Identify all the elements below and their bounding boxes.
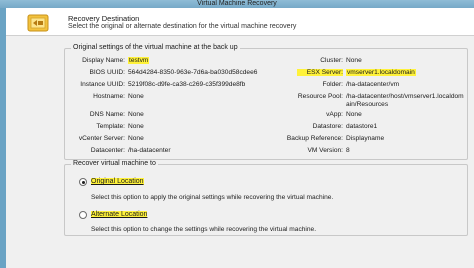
value-hostname: None (128, 93, 144, 100)
label-template: Template: (96, 123, 125, 130)
label-datastore: Datastore: (312, 123, 343, 130)
original-settings-group: Original settings of the virtual machine… (64, 44, 468, 160)
page-subtitle: Select the original or alternate destina… (68, 23, 297, 30)
value-esx-server: vmserver1.localdomain (346, 69, 416, 76)
value-vapp: None (346, 111, 362, 118)
label-bios-uuid: BIOS UUID: (89, 69, 125, 76)
value-template: None (128, 123, 144, 130)
label-backup-reference: Backup Reference: (286, 135, 343, 142)
original-location-radio[interactable] (79, 178, 87, 186)
alternate-location-description: Select this option to change the setting… (91, 226, 317, 233)
label-vm-version: VM Version: (307, 147, 343, 154)
alternate-location-radio[interactable] (79, 211, 87, 219)
label-hostname: Hostname: (93, 93, 125, 100)
label-dns-name: DNS Name: (89, 111, 125, 118)
wizard-header: Recovery Destination Select the original… (6, 8, 474, 36)
value-instance-uuid: 5219f08c-d9fe-ca38-c269-c35f399de8fb (128, 81, 246, 88)
original-location-label[interactable]: Original Location (91, 178, 144, 185)
window-title-bar: Virtual Machine Recovery (0, 0, 474, 8)
value-datastore: datastore1 (346, 123, 378, 130)
value-vm-version: 8 (346, 147, 350, 154)
page-title: Recovery Destination (68, 14, 140, 23)
recover-to-group: Recover virtual machine to Original Loca… (64, 160, 468, 236)
value-backup-reference: Displayname (346, 135, 385, 142)
value-datacenter: /ha-datacenter (128, 147, 171, 154)
value-resource-pool: /ha-datacenter/host/vmserver1.localdom (346, 93, 464, 100)
alternate-location-label[interactable]: Alternate Location (91, 211, 148, 218)
package-icon (27, 14, 49, 32)
label-datacenter: Datacenter: (90, 147, 125, 154)
value-cluster: None (346, 57, 362, 64)
label-display-name: Display Name: (82, 57, 125, 64)
label-instance-uuid: Instance UUID: (80, 81, 125, 88)
recover-to-legend: Recover virtual machine to (71, 160, 158, 167)
label-vcenter-server: vCenter Server: (78, 135, 125, 142)
value-folder: /ha-datacenter/vm (346, 81, 400, 88)
value-vcenter-server: None (128, 135, 144, 142)
value-dns-name: None (128, 111, 144, 118)
value-resource-pool-cont: ain/Resources (346, 101, 389, 108)
original-settings-legend: Original settings of the virtual machine… (71, 44, 240, 51)
label-vapp: vApp: (326, 111, 343, 118)
label-esx-server: ESX Server: (297, 69, 343, 76)
window-title: Virtual Machine Recovery (197, 0, 277, 7)
label-folder: Folder: (322, 81, 343, 88)
original-location-description: Select this option to apply the original… (91, 194, 334, 201)
label-resource-pool: Resource Pool: (297, 93, 343, 100)
value-bios-uuid: 564d4284-8350-963e-7d6a-ba030d58cdee6 (128, 69, 258, 76)
value-display-name: testvm (128, 57, 150, 64)
label-cluster: Cluster: (320, 57, 343, 64)
recovery-wizard-window: Recovery Destination Select the original… (6, 8, 474, 268)
